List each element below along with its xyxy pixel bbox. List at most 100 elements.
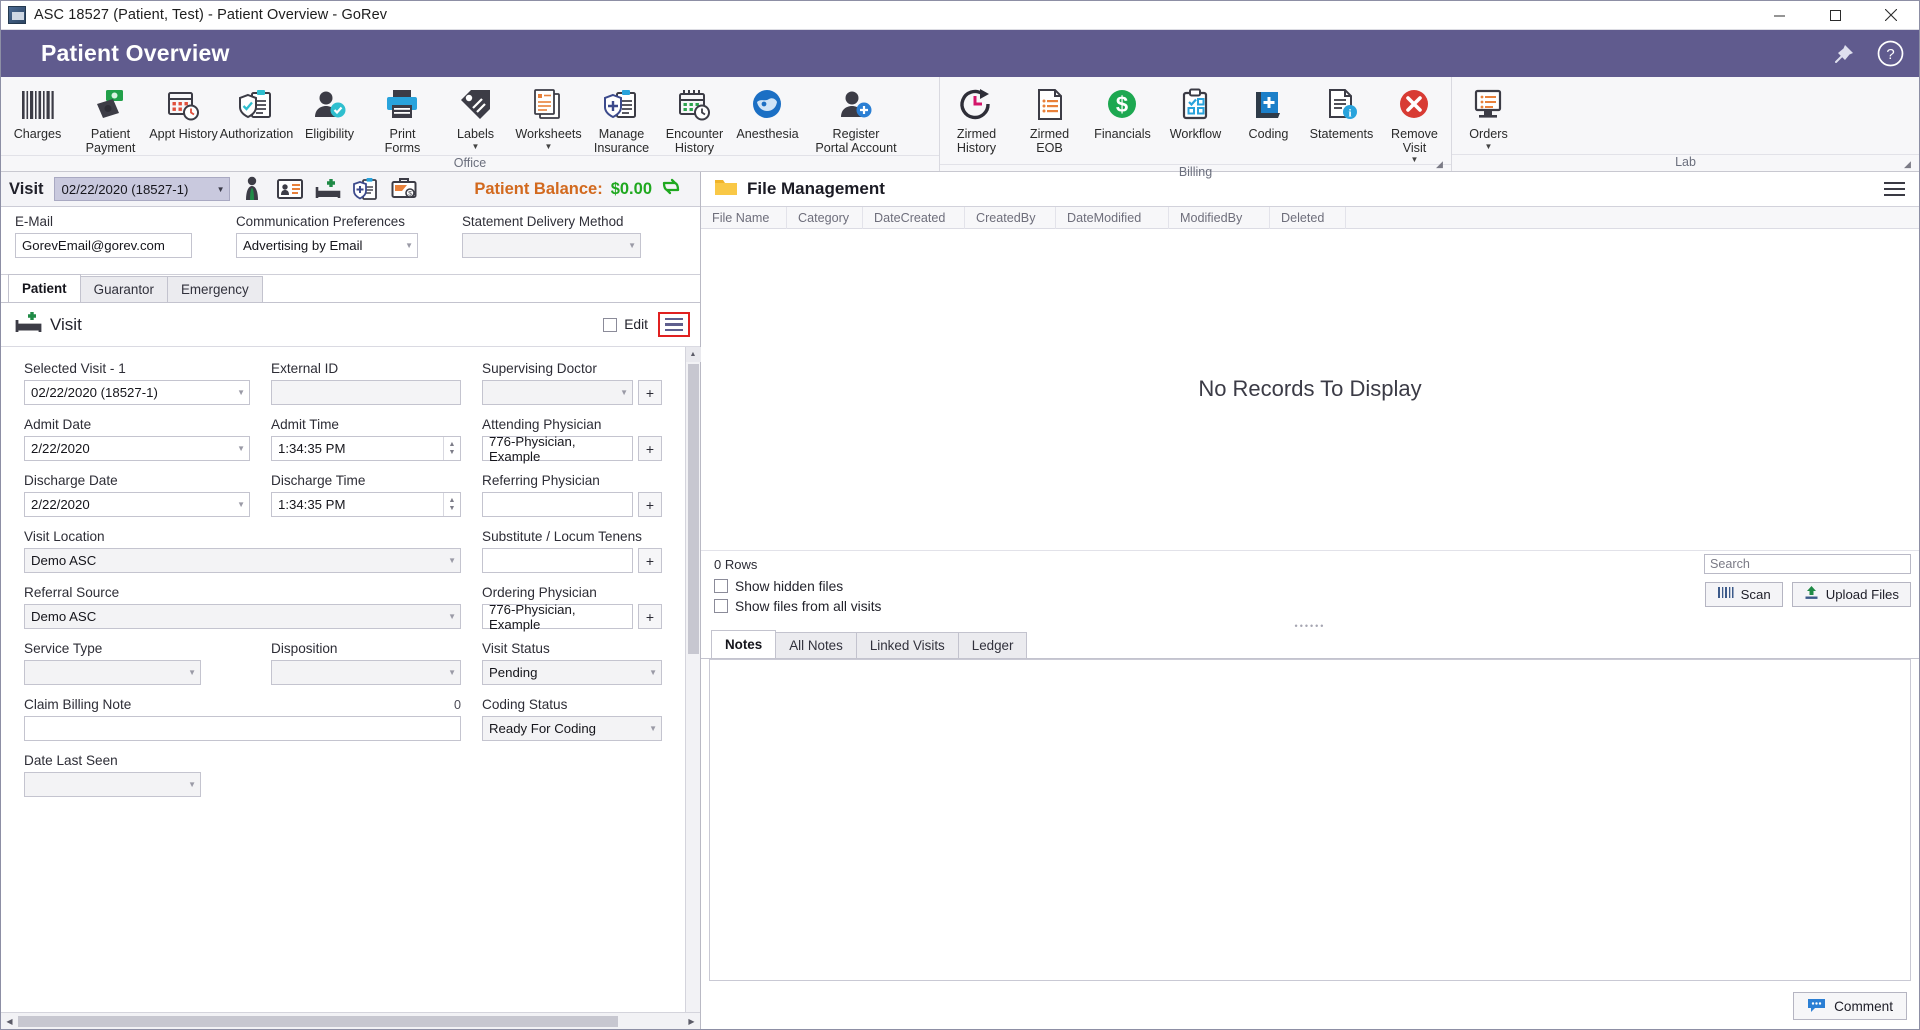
tab-all-notes[interactable]: All Notes [775,631,857,658]
ribbon-button-anesthesia[interactable]: Anesthesia [731,83,804,142]
ribbon-button-financials[interactable]: $ Financials [1086,83,1159,142]
ribbon-button-orders[interactable]: Orders ▼ [1452,83,1525,151]
ordering-physician-add-button[interactable]: + [638,604,662,629]
refresh-balance-icon[interactable] [660,176,682,203]
date-last-seen-picker[interactable]: ▼ [24,772,201,797]
ribbon-button-zirmed-history[interactable]: Zirmed History [940,83,1013,155]
stepper-arrows-icon[interactable]: ▲ ▼ [443,437,460,460]
pin-icon[interactable] [1829,39,1859,69]
visit-location-select[interactable]: Demo ASC ▼ [24,548,461,573]
chevron-down-icon[interactable]: ▼ [545,142,553,151]
referring-physician-select[interactable] [482,492,633,517]
comment-button[interactable]: Comment [1793,992,1907,1020]
communication-preferences-select[interactable]: Advertising by Email ▼ [236,233,418,258]
ribbon-dialog-launcher-billing[interactable]: ◢ [1436,159,1447,170]
chevron-down-icon[interactable]: ▼ [1411,156,1419,164]
admit-time-stepper[interactable]: 1:34:35 PM ▲ ▼ [271,436,461,461]
chevron-down-icon[interactable]: ▼ [1485,142,1493,151]
visit-status-select[interactable]: Pending ▼ [482,660,662,685]
upload-files-button[interactable]: Upload Files [1791,581,1911,607]
scroll-right-arrow-icon[interactable]: ▶ [683,1014,700,1029]
supervising-doctor-select[interactable]: ▼ [482,380,633,405]
tab-ledger[interactable]: Ledger [957,631,1028,658]
ribbon-button-authorization[interactable]: Authorization [220,83,293,142]
column-header-deleted[interactable]: Deleted [1270,206,1346,229]
scrollbar-thumb[interactable] [18,1015,618,1027]
ribbon-button-workflow[interactable]: Workflow [1159,83,1232,142]
referral-source-select[interactable]: Demo ASC ▼ [24,604,461,629]
ribbon-button-encounter-history[interactable]: Encounter History [658,83,731,155]
file-management-menu-button[interactable] [1880,178,1909,201]
notes-content-area[interactable] [709,658,1911,981]
substitute-locum-select[interactable] [482,548,633,573]
column-header-date-modified[interactable]: DateModified [1056,206,1169,229]
tab-patient[interactable]: Patient [8,274,81,302]
service-type-select[interactable]: ▼ [24,660,201,685]
billing-briefcase-icon[interactable]: $ [388,175,420,203]
claim-billing-note-input[interactable] [24,716,461,741]
ribbon-button-manage-insurance[interactable]: Manage Insurance [585,83,658,155]
scroll-up-arrow-icon[interactable]: ▲ [685,347,701,362]
help-icon[interactable]: ? [1875,39,1905,69]
insurance-verify-icon[interactable] [350,175,382,203]
column-header-created-by[interactable]: CreatedBy [965,206,1056,229]
ribbon-button-labels[interactable]: Labels ▼ [439,83,512,151]
attending-physician-add-button[interactable]: + [638,436,662,461]
id-card-icon[interactable] [274,175,306,203]
ribbon-button-worksheets[interactable]: Worksheets ▼ [512,83,585,151]
statement-delivery-select[interactable]: ▼ [462,233,641,258]
splitter-grip[interactable]: •••••• [701,621,1919,631]
discharge-time-stepper[interactable]: 1:34:35 PM ▲ ▼ [271,492,461,517]
visit-select[interactable]: 02/22/2020 (18527-1) ▼ [53,177,230,201]
scan-button[interactable]: Scan [1704,581,1783,607]
visit-card-menu-button[interactable] [658,312,690,337]
scroll-left-arrow-icon[interactable]: ◀ [1,1014,18,1029]
ribbon-button-remove-visit[interactable]: Remove Visit ▼ [1378,83,1451,164]
tab-notes[interactable]: Notes [711,629,777,658]
ordering-physician-select[interactable]: 776-Physician, Example [482,602,633,632]
edit-checkbox[interactable]: Edit [603,317,648,332]
ribbon-button-coding[interactable]: Coding [1232,83,1305,142]
scrollbar-thumb[interactable] [688,364,699,654]
left-pane-vertical-scrollbar[interactable]: ▲ [685,347,701,1012]
ribbon-button-statements[interactable]: i Statements [1305,83,1378,142]
admit-date-picker[interactable]: 2/22/2020 ▼ [24,436,250,461]
show-hidden-files-checkbox[interactable]: Show hidden files [714,579,881,594]
ribbon-dialog-launcher-lab[interactable]: ◢ [1904,159,1915,170]
email-input[interactable]: GorevEmail@gorev.com [15,233,192,258]
ribbon-button-charges[interactable]: Charges [1,83,74,142]
minimize-button[interactable] [1751,1,1807,30]
ribbon-button-eligibility[interactable]: Eligibility [293,83,366,142]
show-files-all-visits-checkbox[interactable]: Show files from all visits [714,599,881,614]
discharge-date-picker[interactable]: 2/22/2020 ▼ [24,492,250,517]
close-button[interactable] [1863,1,1919,30]
ribbon-button-patient-payment[interactable]: Patient Payment [74,83,147,155]
patient-gown-icon[interactable] [236,175,268,203]
column-header-modified-by[interactable]: ModifiedBy [1169,206,1270,229]
tab-emergency[interactable]: Emergency [166,276,263,302]
ribbon-button-print-forms[interactable]: Print Forms [366,83,439,155]
column-header-date-created[interactable]: DateCreated [863,206,965,229]
column-header-category[interactable]: Category [787,206,863,229]
scrollbar-track[interactable] [18,1014,683,1029]
stepper-arrows-icon[interactable]: ▲ ▼ [443,493,460,516]
disposition-select[interactable]: ▼ [271,660,461,685]
ribbon-button-appt-history[interactable]: Appt History [147,83,220,142]
external-id-input[interactable] [271,380,461,405]
substitute-locum-add-button[interactable]: + [638,548,662,573]
maximize-button[interactable] [1807,1,1863,30]
column-header-file-name[interactable]: File Name [701,206,787,229]
ribbon-button-register-portal-account[interactable]: Register Portal Account [804,83,908,155]
supervising-doctor-add-button[interactable]: + [638,380,662,405]
ribbon-button-zirmed-eob[interactable]: Zirmed EOB [1013,83,1086,155]
left-pane-horizontal-scrollbar[interactable]: ◀ ▶ [1,1012,700,1029]
referring-physician-add-button[interactable]: + [638,492,662,517]
coding-status-select[interactable]: Ready For Coding ▼ [482,716,662,741]
file-search-input[interactable]: Search [1704,554,1911,574]
selected-visit-select[interactable]: 02/22/2020 (18527-1) ▼ [24,380,250,405]
tab-linked-visits[interactable]: Linked Visits [855,631,959,658]
admit-bed-icon[interactable] [312,175,344,203]
tab-guarantor[interactable]: Guarantor [79,276,168,302]
attending-physician-select[interactable]: 776-Physician, Example [482,434,633,464]
chevron-down-icon[interactable]: ▼ [472,142,480,151]
